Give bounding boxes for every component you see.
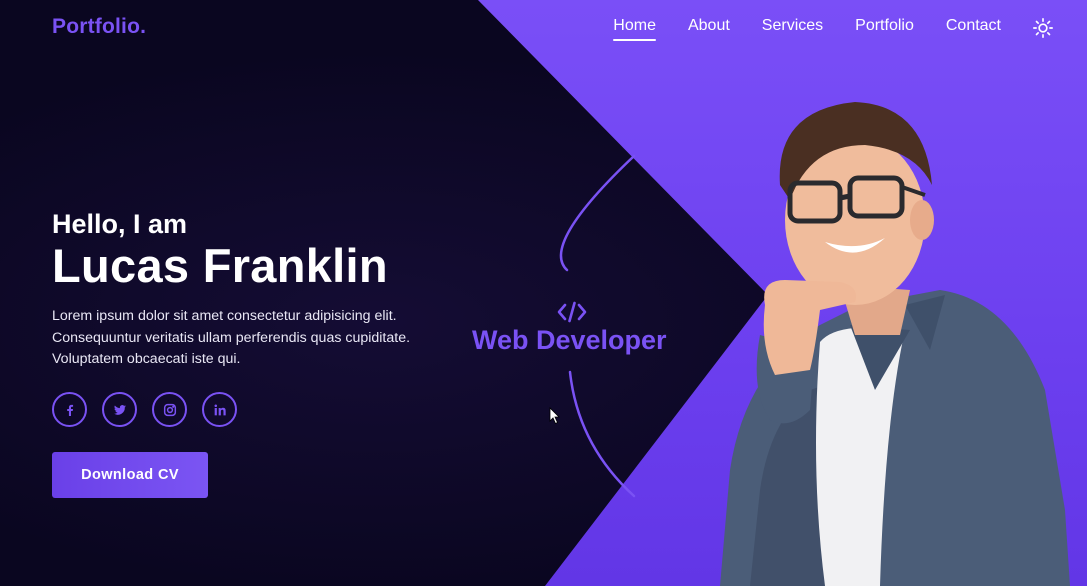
sun-icon[interactable]: [1032, 17, 1054, 39]
nav-about[interactable]: About: [688, 17, 730, 41]
profile-photo: [720, 102, 1070, 586]
hero-greeting: Hello, I am: [52, 209, 188, 239]
hero-description: Lorem ipsum dolor sit amet consectetur a…: [52, 308, 411, 367]
nav-services[interactable]: Services: [762, 17, 823, 41]
instagram-icon[interactable]: [152, 392, 187, 427]
social-links: [52, 392, 237, 427]
download-cv-button[interactable]: Download CV: [52, 452, 208, 498]
linkedin-icon[interactable]: [202, 392, 237, 427]
nav-portfolio[interactable]: Portfolio: [855, 17, 914, 41]
logo[interactable]: Portfolio.: [52, 15, 146, 39]
role-title: Web Developer: [472, 325, 667, 355]
hero-name: Lucas Franklin: [52, 239, 388, 292]
nav-contact[interactable]: Contact: [946, 17, 1001, 41]
code-icon: [557, 301, 587, 323]
mouse-cursor-icon: [549, 407, 560, 425]
twitter-icon[interactable]: [102, 392, 137, 427]
main-nav: Home About Services Portfolio Contact: [613, 17, 1001, 41]
nav-home[interactable]: Home: [613, 17, 656, 41]
facebook-icon[interactable]: [52, 392, 87, 427]
